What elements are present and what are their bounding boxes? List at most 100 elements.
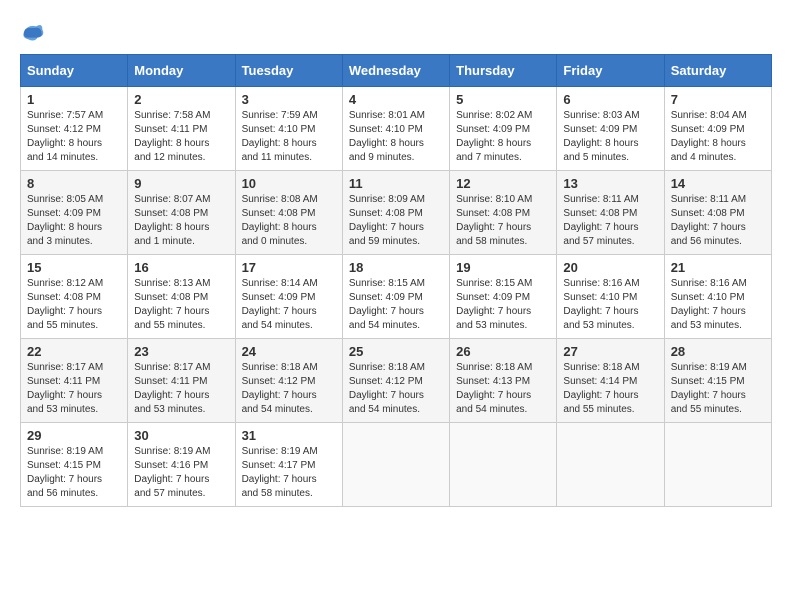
sunset-label: Sunset: 4:09 PM: [456, 124, 530, 135]
sunrise-label: Sunrise: 8:19 AM: [671, 362, 747, 373]
weekday-saturday: Saturday: [664, 55, 771, 87]
logo: [20, 20, 48, 44]
day-info: Sunrise: 8:11 AM Sunset: 4:08 PM Dayligh…: [671, 193, 765, 249]
sunrise-label: Sunrise: 8:19 AM: [242, 446, 318, 457]
day-info: Sunrise: 8:16 AM Sunset: 4:10 PM Dayligh…: [563, 277, 657, 333]
sunrise-label: Sunrise: 8:07 AM: [134, 194, 210, 205]
day-number: 24: [242, 344, 336, 359]
day-info: Sunrise: 8:03 AM Sunset: 4:09 PM Dayligh…: [563, 109, 657, 165]
daylight-label: Daylight: 8 hours and 0 minutes.: [242, 222, 317, 247]
daylight-label: Daylight: 7 hours and 54 minutes.: [349, 306, 424, 331]
day-number: 5: [456, 92, 550, 107]
sunset-label: Sunset: 4:11 PM: [134, 376, 207, 387]
day-info: Sunrise: 8:16 AM Sunset: 4:10 PM Dayligh…: [671, 277, 765, 333]
daylight-label: Daylight: 8 hours and 9 minutes.: [349, 138, 424, 163]
sunrise-label: Sunrise: 8:10 AM: [456, 194, 532, 205]
calendar-body: 1 Sunrise: 7:57 AM Sunset: 4:12 PM Dayli…: [21, 87, 772, 507]
weekday-monday: Monday: [128, 55, 235, 87]
daylight-label: Daylight: 7 hours and 53 minutes.: [134, 390, 209, 415]
daylight-label: Daylight: 7 hours and 55 minutes.: [671, 390, 746, 415]
day-number: 27: [563, 344, 657, 359]
sunrise-label: Sunrise: 8:18 AM: [563, 362, 639, 373]
calendar-cell: 17 Sunrise: 8:14 AM Sunset: 4:09 PM Dayl…: [235, 255, 342, 339]
daylight-label: Daylight: 8 hours and 1 minute.: [134, 222, 209, 247]
daylight-label: Daylight: 8 hours and 3 minutes.: [27, 222, 102, 247]
day-info: Sunrise: 8:13 AM Sunset: 4:08 PM Dayligh…: [134, 277, 228, 333]
daylight-label: Daylight: 8 hours and 11 minutes.: [242, 138, 317, 163]
sunset-label: Sunset: 4:15 PM: [671, 376, 745, 387]
day-number: 18: [349, 260, 443, 275]
sunset-label: Sunset: 4:08 PM: [563, 208, 637, 219]
calendar-cell: 7 Sunrise: 8:04 AM Sunset: 4:09 PM Dayli…: [664, 87, 771, 171]
day-number: 9: [134, 176, 228, 191]
daylight-label: Daylight: 7 hours and 53 minutes.: [456, 306, 531, 331]
day-info: Sunrise: 8:19 AM Sunset: 4:17 PM Dayligh…: [242, 445, 336, 501]
sunset-label: Sunset: 4:11 PM: [27, 376, 100, 387]
calendar-cell: 18 Sunrise: 8:15 AM Sunset: 4:09 PM Dayl…: [342, 255, 449, 339]
day-info: Sunrise: 8:10 AM Sunset: 4:08 PM Dayligh…: [456, 193, 550, 249]
calendar-cell: 10 Sunrise: 8:08 AM Sunset: 4:08 PM Dayl…: [235, 171, 342, 255]
sunset-label: Sunset: 4:09 PM: [456, 292, 530, 303]
week-row-1: 1 Sunrise: 7:57 AM Sunset: 4:12 PM Dayli…: [21, 87, 772, 171]
day-info: Sunrise: 8:15 AM Sunset: 4:09 PM Dayligh…: [456, 277, 550, 333]
day-number: 13: [563, 176, 657, 191]
day-number: 23: [134, 344, 228, 359]
sunrise-label: Sunrise: 8:14 AM: [242, 278, 318, 289]
week-row-3: 15 Sunrise: 8:12 AM Sunset: 4:08 PM Dayl…: [21, 255, 772, 339]
daylight-label: Daylight: 8 hours and 14 minutes.: [27, 138, 102, 163]
daylight-label: Daylight: 7 hours and 56 minutes.: [27, 474, 102, 499]
sunrise-label: Sunrise: 8:08 AM: [242, 194, 318, 205]
daylight-label: Daylight: 8 hours and 7 minutes.: [456, 138, 531, 163]
day-number: 17: [242, 260, 336, 275]
calendar-cell: 20 Sunrise: 8:16 AM Sunset: 4:10 PM Dayl…: [557, 255, 664, 339]
sunset-label: Sunset: 4:09 PM: [671, 124, 745, 135]
sunrise-label: Sunrise: 8:16 AM: [563, 278, 639, 289]
sunrise-label: Sunrise: 8:13 AM: [134, 278, 210, 289]
weekday-tuesday: Tuesday: [235, 55, 342, 87]
sunrise-label: Sunrise: 8:16 AM: [671, 278, 747, 289]
calendar-cell: 2 Sunrise: 7:58 AM Sunset: 4:11 PM Dayli…: [128, 87, 235, 171]
calendar-cell: 14 Sunrise: 8:11 AM Sunset: 4:08 PM Dayl…: [664, 171, 771, 255]
day-info: Sunrise: 8:07 AM Sunset: 4:08 PM Dayligh…: [134, 193, 228, 249]
day-info: Sunrise: 8:14 AM Sunset: 4:09 PM Dayligh…: [242, 277, 336, 333]
calendar-cell: 19 Sunrise: 8:15 AM Sunset: 4:09 PM Dayl…: [450, 255, 557, 339]
day-info: Sunrise: 8:18 AM Sunset: 4:12 PM Dayligh…: [242, 361, 336, 417]
calendar-cell: 16 Sunrise: 8:13 AM Sunset: 4:08 PM Dayl…: [128, 255, 235, 339]
sunrise-label: Sunrise: 8:18 AM: [349, 362, 425, 373]
daylight-label: Daylight: 7 hours and 54 minutes.: [242, 390, 317, 415]
sunset-label: Sunset: 4:09 PM: [242, 292, 316, 303]
calendar-cell: 3 Sunrise: 7:59 AM Sunset: 4:10 PM Dayli…: [235, 87, 342, 171]
sunrise-label: Sunrise: 7:57 AM: [27, 110, 103, 121]
day-info: Sunrise: 8:17 AM Sunset: 4:11 PM Dayligh…: [27, 361, 121, 417]
calendar-cell: [664, 423, 771, 507]
calendar-cell: 8 Sunrise: 8:05 AM Sunset: 4:09 PM Dayli…: [21, 171, 128, 255]
sunset-label: Sunset: 4:10 PM: [349, 124, 423, 135]
day-info: Sunrise: 7:58 AM Sunset: 4:11 PM Dayligh…: [134, 109, 228, 165]
day-number: 10: [242, 176, 336, 191]
calendar-cell: 5 Sunrise: 8:02 AM Sunset: 4:09 PM Dayli…: [450, 87, 557, 171]
day-info: Sunrise: 8:19 AM Sunset: 4:15 PM Dayligh…: [27, 445, 121, 501]
daylight-label: Daylight: 7 hours and 53 minutes.: [671, 306, 746, 331]
daylight-label: Daylight: 7 hours and 53 minutes.: [563, 306, 638, 331]
day-number: 26: [456, 344, 550, 359]
day-info: Sunrise: 8:17 AM Sunset: 4:11 PM Dayligh…: [134, 361, 228, 417]
day-info: Sunrise: 7:59 AM Sunset: 4:10 PM Dayligh…: [242, 109, 336, 165]
sunrise-label: Sunrise: 8:11 AM: [671, 194, 746, 205]
calendar-cell: 30 Sunrise: 8:19 AM Sunset: 4:16 PM Dayl…: [128, 423, 235, 507]
day-info: Sunrise: 8:18 AM Sunset: 4:12 PM Dayligh…: [349, 361, 443, 417]
day-info: Sunrise: 8:04 AM Sunset: 4:09 PM Dayligh…: [671, 109, 765, 165]
sunset-label: Sunset: 4:12 PM: [27, 124, 101, 135]
sunrise-label: Sunrise: 8:11 AM: [563, 194, 638, 205]
daylight-label: Daylight: 8 hours and 5 minutes.: [563, 138, 638, 163]
daylight-label: Daylight: 7 hours and 58 minutes.: [456, 222, 531, 247]
day-number: 8: [27, 176, 121, 191]
sunrise-label: Sunrise: 8:01 AM: [349, 110, 425, 121]
calendar-cell: 23 Sunrise: 8:17 AM Sunset: 4:11 PM Dayl…: [128, 339, 235, 423]
day-number: 16: [134, 260, 228, 275]
week-row-4: 22 Sunrise: 8:17 AM Sunset: 4:11 PM Dayl…: [21, 339, 772, 423]
sunset-label: Sunset: 4:10 PM: [563, 292, 637, 303]
day-info: Sunrise: 8:12 AM Sunset: 4:08 PM Dayligh…: [27, 277, 121, 333]
day-info: Sunrise: 8:18 AM Sunset: 4:14 PM Dayligh…: [563, 361, 657, 417]
calendar-cell: 21 Sunrise: 8:16 AM Sunset: 4:10 PM Dayl…: [664, 255, 771, 339]
daylight-label: Daylight: 7 hours and 55 minutes.: [27, 306, 102, 331]
